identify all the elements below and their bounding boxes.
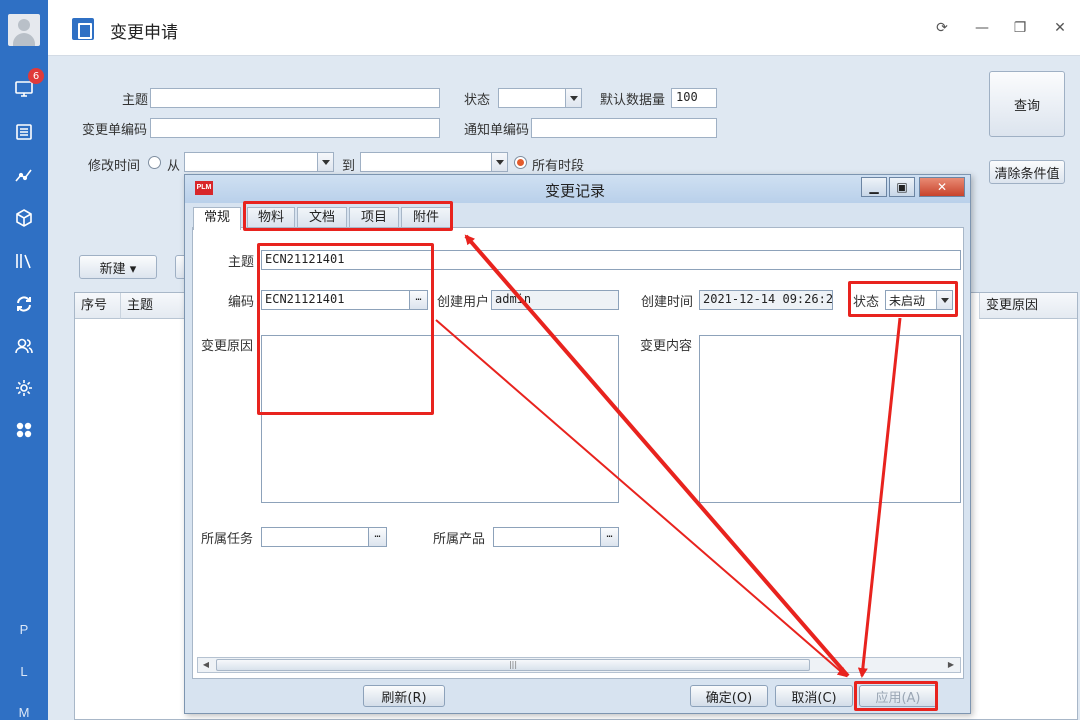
- plm-logo-icon: PLM: [195, 181, 213, 195]
- notice-no-input[interactable]: [531, 118, 717, 138]
- window-title: 变更申请: [110, 23, 178, 43]
- tab-general[interactable]: 常规: [193, 207, 241, 230]
- modify-time-label: 修改时间: [88, 159, 141, 174]
- content-label: 变更内容: [640, 339, 693, 354]
- subject-label: 主题: [122, 93, 149, 108]
- column-header-subject[interactable]: 主题: [121, 293, 185, 319]
- title-bar: 变更申请 ⟳ — ❐ ✕: [48, 0, 1080, 56]
- column-header-reason[interactable]: 变更原因: [979, 293, 1077, 319]
- apply-button[interactable]: 应用(A): [859, 685, 937, 707]
- avatar[interactable]: [8, 14, 40, 46]
- content-textarea[interactable]: [699, 335, 961, 503]
- reason-label: 变更原因: [201, 339, 254, 354]
- notification-badge: 6: [28, 68, 44, 84]
- change-no-label: 变更单编码: [82, 123, 148, 138]
- scroll-thumb[interactable]: |||: [216, 659, 810, 671]
- sidebar: 6 P L M: [0, 0, 48, 720]
- tab-project[interactable]: 项目: [349, 207, 399, 229]
- tab-material[interactable]: 物料: [247, 207, 295, 229]
- brand-letter-l: L: [20, 664, 28, 679]
- to-label: 到: [342, 159, 356, 174]
- tab-document[interactable]: 文档: [297, 207, 347, 229]
- query-button[interactable]: 查询: [989, 71, 1065, 137]
- created-time-label: 创建时间: [641, 295, 694, 310]
- created-time-value: 2021-12-14 09:26:26: [699, 290, 833, 310]
- default-count-input[interactable]: 100: [671, 88, 717, 108]
- tab-attachment[interactable]: 附件: [401, 207, 451, 229]
- brand-letter-m: M: [18, 705, 30, 720]
- code-label: 编码: [228, 295, 255, 310]
- users-icon[interactable]: [0, 331, 48, 361]
- reason-textarea[interactable]: [261, 335, 619, 503]
- dialog-maximize-button[interactable]: ▣: [889, 177, 915, 197]
- created-user-value: admin: [491, 290, 619, 310]
- sync-icon[interactable]: [0, 289, 48, 319]
- close-button[interactable]: ✕: [1050, 18, 1070, 38]
- settings-icon[interactable]: [0, 373, 48, 403]
- dialog-title: 变更记录: [545, 182, 606, 200]
- restore-button[interactable]: ❐: [1010, 18, 1030, 38]
- all-periods-label: 所有时段: [532, 159, 585, 174]
- dialog-minimize-button[interactable]: ▁: [861, 177, 887, 197]
- scroll-left-icon[interactable]: ◀: [199, 659, 213, 671]
- trend-icon[interactable]: [0, 160, 48, 190]
- created-user-label: 创建用户: [437, 295, 490, 310]
- product-label: 所属产品: [433, 532, 486, 547]
- task-input[interactable]: …: [261, 527, 387, 547]
- dialog-subject-input[interactable]: ECN21121401: [261, 250, 961, 270]
- status-label: 状态: [464, 93, 491, 108]
- form-icon: [72, 18, 94, 40]
- browse-ellipsis-icon[interactable]: …: [368, 528, 386, 546]
- new-button[interactable]: 新建 ▾: [79, 255, 157, 279]
- task-label: 所属任务: [201, 532, 254, 547]
- default-count-label: 默认数据量: [600, 93, 666, 108]
- column-header-index[interactable]: 序号: [75, 293, 121, 319]
- from-radio[interactable]: [148, 156, 161, 169]
- library-icon[interactable]: [0, 246, 48, 276]
- dialog-status-select[interactable]: 未启动: [885, 290, 953, 310]
- chevron-down-icon[interactable]: [565, 89, 581, 107]
- browse-ellipsis-icon[interactable]: …: [409, 291, 427, 309]
- dialog-close-button[interactable]: ✕: [919, 177, 965, 197]
- ok-button[interactable]: 确定(O): [690, 685, 768, 707]
- chevron-down-icon[interactable]: [317, 153, 333, 171]
- dialog-subject-label: 主题: [228, 255, 255, 270]
- refresh-button[interactable]: 刷新(R): [363, 685, 445, 707]
- cube-icon[interactable]: [0, 203, 48, 233]
- cancel-button[interactable]: 取消(C): [775, 685, 853, 707]
- document-list-icon[interactable]: [0, 117, 48, 147]
- dialog-title-bar: PLM 变更记录 ▁ ▣ ✕: [185, 175, 970, 203]
- subject-input[interactable]: [150, 88, 440, 108]
- all-periods-radio[interactable]: [514, 156, 527, 169]
- to-date-select[interactable]: [360, 152, 508, 172]
- change-record-dialog: PLM 变更记录 ▁ ▣ ✕ 常规 物料 文档 项目 附件 主题 ECN2112…: [184, 174, 971, 714]
- clear-conditions-button[interactable]: 清除条件值: [989, 160, 1065, 184]
- dialog-status-label: 状态: [853, 295, 880, 310]
- chevron-down-icon[interactable]: [491, 153, 507, 171]
- refresh-window-icon[interactable]: ⟳: [932, 18, 952, 38]
- apps-grid-icon[interactable]: [0, 415, 48, 445]
- minimize-button[interactable]: —: [972, 18, 992, 38]
- brand-letter-p: P: [19, 622, 29, 637]
- from-date-select[interactable]: [184, 152, 334, 172]
- chevron-down-icon[interactable]: [936, 291, 952, 309]
- product-input[interactable]: …: [493, 527, 619, 547]
- status-select[interactable]: [498, 88, 582, 108]
- change-no-input[interactable]: [150, 118, 440, 138]
- from-label: 从: [167, 159, 181, 174]
- code-input[interactable]: ECN21121401…: [261, 290, 428, 310]
- scroll-right-icon[interactable]: ▶: [944, 659, 958, 671]
- horizontal-scrollbar[interactable]: ◀ ||| ▶: [197, 657, 961, 673]
- notice-no-label: 通知单编码: [464, 123, 530, 138]
- browse-ellipsis-icon[interactable]: …: [600, 528, 618, 546]
